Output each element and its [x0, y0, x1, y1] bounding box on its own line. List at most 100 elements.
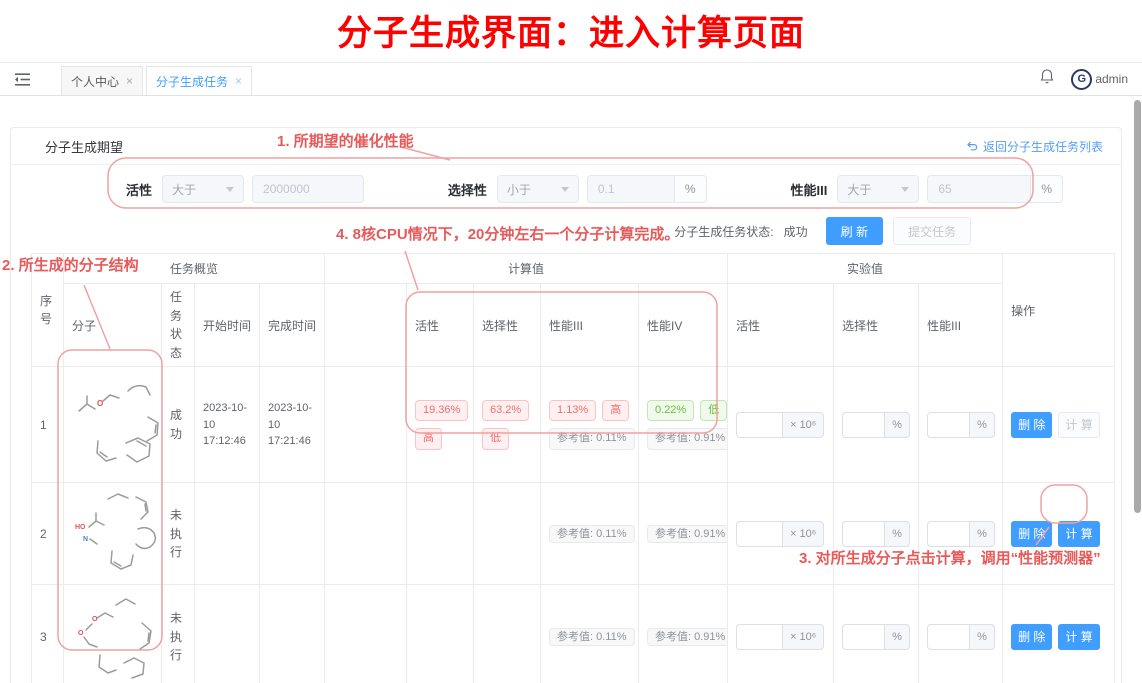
perf4-reference-tag: 参考值: 0.91% [647, 428, 728, 449]
exp-selectivity-input[interactable] [842, 521, 884, 547]
delete-button[interactable]: 删 除 [1011, 412, 1052, 438]
activity-level-tag: 高 [415, 428, 442, 449]
actions-cell: 删 除 计 算 [1003, 585, 1115, 683]
activity-unit-suffix: × 10⁶ [782, 521, 824, 547]
row-seq: 3 [32, 585, 64, 683]
exp-selectivity-cell: % [834, 585, 919, 683]
exp-selectivity-input[interactable] [842, 412, 884, 438]
col-header-computed-perf3: 性能III [541, 284, 639, 367]
delete-button[interactable]: 删 除 [1011, 521, 1052, 547]
selectivity-value-input[interactable]: 0.1 [587, 175, 675, 203]
exp-perf3-cell: % [919, 585, 1003, 683]
section-title: 分子生成期望 [45, 137, 123, 156]
screenshot-root: 分子生成界面：进入计算页面 个人中心 × 分子生成任务 × [0, 0, 1142, 683]
row-start-time: 2023-10-10 17:12:46 [195, 367, 260, 483]
computed-perf3-cell: 1.13% 高 参考值: 0.11% [541, 367, 639, 483]
tab-label: 个人中心 [71, 73, 119, 90]
chevron-down-icon [226, 187, 234, 192]
blank-cell [325, 483, 407, 585]
annotation-4: 4. 8核CPU情况下，20分钟左右一个分子计算完成。 [336, 223, 679, 244]
chevron-down-icon [901, 187, 909, 192]
task-status-value: 成功 [784, 223, 808, 240]
molecule-structure: HO N [72, 487, 162, 577]
col-header-exp-activity: 活性 [728, 284, 834, 367]
row-status: 未执行 [162, 483, 195, 585]
close-icon[interactable]: × [235, 75, 242, 87]
svg-text:HO: HO [75, 524, 86, 531]
activity-operator-select[interactable]: 大于 [162, 175, 244, 203]
back-to-task-list-link[interactable]: 返回分子生成任务列表 [966, 138, 1103, 155]
exp-selectivity-cell: % [834, 367, 919, 483]
row-seq: 2 [32, 483, 64, 585]
computed-selectivity-cell: 63.2% 低 [474, 367, 541, 483]
submit-task-button[interactable]: 提交任务 [893, 217, 971, 245]
perf3-value-input[interactable]: 65 [927, 175, 1031, 203]
col-header-start-time: 开始时间 [195, 284, 260, 367]
exp-activity-cell: × 10⁶ [728, 367, 834, 483]
exp-perf3-cell: % [919, 367, 1003, 483]
computed-perf3-cell: 参考值: 0.11% [541, 483, 639, 585]
tab-molecule-generation-task[interactable]: 分子生成任务 × [146, 66, 252, 95]
calc-button[interactable]: 计 算 [1058, 412, 1099, 438]
selectivity-value-tag: 63.2% [482, 400, 529, 421]
computed-activity-cell [407, 585, 474, 683]
close-icon[interactable]: × [126, 75, 133, 87]
perf3-reference-tag: 参考值: 0.11% [549, 525, 635, 543]
col-header-molecule: 分子 [64, 284, 162, 367]
table-row: 1 O [32, 367, 1115, 483]
tab-bar: 个人中心 × 分子生成任务 × G admin [0, 62, 1142, 96]
table-sub-header-row: 分子 任务状态 开始时间 完成时间 活性 选择性 性能III 性能IV 活性 选… [32, 284, 1115, 367]
col-header-task-status: 任务状态 [162, 284, 195, 367]
activity-value-tag: 19.36% [415, 400, 468, 421]
molecule-structure: O [72, 373, 162, 473]
table-row: 2 HO N [32, 483, 1115, 585]
selectivity-operator-select[interactable]: 小于 [497, 175, 579, 203]
col-header-computed-selectivity: 选择性 [474, 284, 541, 367]
col-header-computed-activity: 活性 [407, 284, 474, 367]
annotation-1: 1. 所期望的催化性能 [277, 130, 414, 151]
molecule-cell: O [64, 367, 162, 483]
perf4-reference-tag: 参考值: 0.91% [647, 628, 728, 646]
page-title: 分子生成界面：进入计算页面 [0, 5, 1142, 56]
blank-cell [325, 585, 407, 683]
bell-icon[interactable] [1039, 68, 1055, 90]
field-label: 选择性 [448, 180, 487, 199]
group-header-experimental-values: 实验值 [728, 254, 1003, 284]
molecule-cell: O O [64, 585, 162, 683]
selectivity-level-tag: 低 [482, 428, 509, 449]
row-start-time [195, 483, 260, 585]
annotation-2: 2. 所生成的分子结构 [2, 254, 139, 275]
exp-activity-cell: × 10⁶ [728, 483, 834, 585]
perf4-reference-tag: 参考值: 0.91% [647, 525, 728, 543]
computed-perf4-cell: 0.22% 低 参考值: 0.91% [639, 367, 728, 483]
field-label: 活性 [126, 180, 152, 199]
percent-suffix: % [969, 521, 995, 547]
refresh-button[interactable]: 刷 新 [826, 217, 883, 245]
delete-button[interactable]: 删 除 [1011, 624, 1052, 650]
calc-button[interactable]: 计 算 [1058, 624, 1099, 650]
tab-list: 个人中心 × 分子生成任务 × [61, 66, 255, 95]
user-menu[interactable]: G admin [1071, 69, 1128, 90]
row-seq: 1 [32, 367, 64, 483]
exp-activity-input[interactable] [736, 521, 782, 547]
tab-personal-center[interactable]: 个人中心 × [61, 66, 143, 95]
svg-text:O: O [97, 399, 103, 408]
row-end-time [260, 483, 325, 585]
calc-button[interactable]: 计 算 [1058, 521, 1099, 547]
perf3-reference-tag: 参考值: 0.11% [549, 628, 635, 646]
exp-perf3-input[interactable] [927, 624, 969, 650]
percent-unit: % [675, 175, 707, 203]
sidebar-collapse-icon[interactable] [14, 72, 31, 87]
exp-perf3-input[interactable] [927, 521, 969, 547]
vertical-scrollbar[interactable] [1134, 100, 1141, 513]
exp-activity-input[interactable] [736, 624, 782, 650]
chevron-down-icon [561, 187, 569, 192]
perf3-operator-select[interactable]: 大于 [837, 175, 919, 203]
perf3-level-tag: 高 [602, 400, 629, 421]
exp-activity-input[interactable] [736, 412, 782, 438]
exp-selectivity-input[interactable] [842, 624, 884, 650]
exp-perf3-input[interactable] [927, 412, 969, 438]
activity-unit-suffix: × 10⁶ [782, 624, 824, 650]
activity-value-input[interactable]: 2000000 [252, 175, 364, 203]
actions-cell: 删 除 计 算 [1003, 367, 1115, 483]
